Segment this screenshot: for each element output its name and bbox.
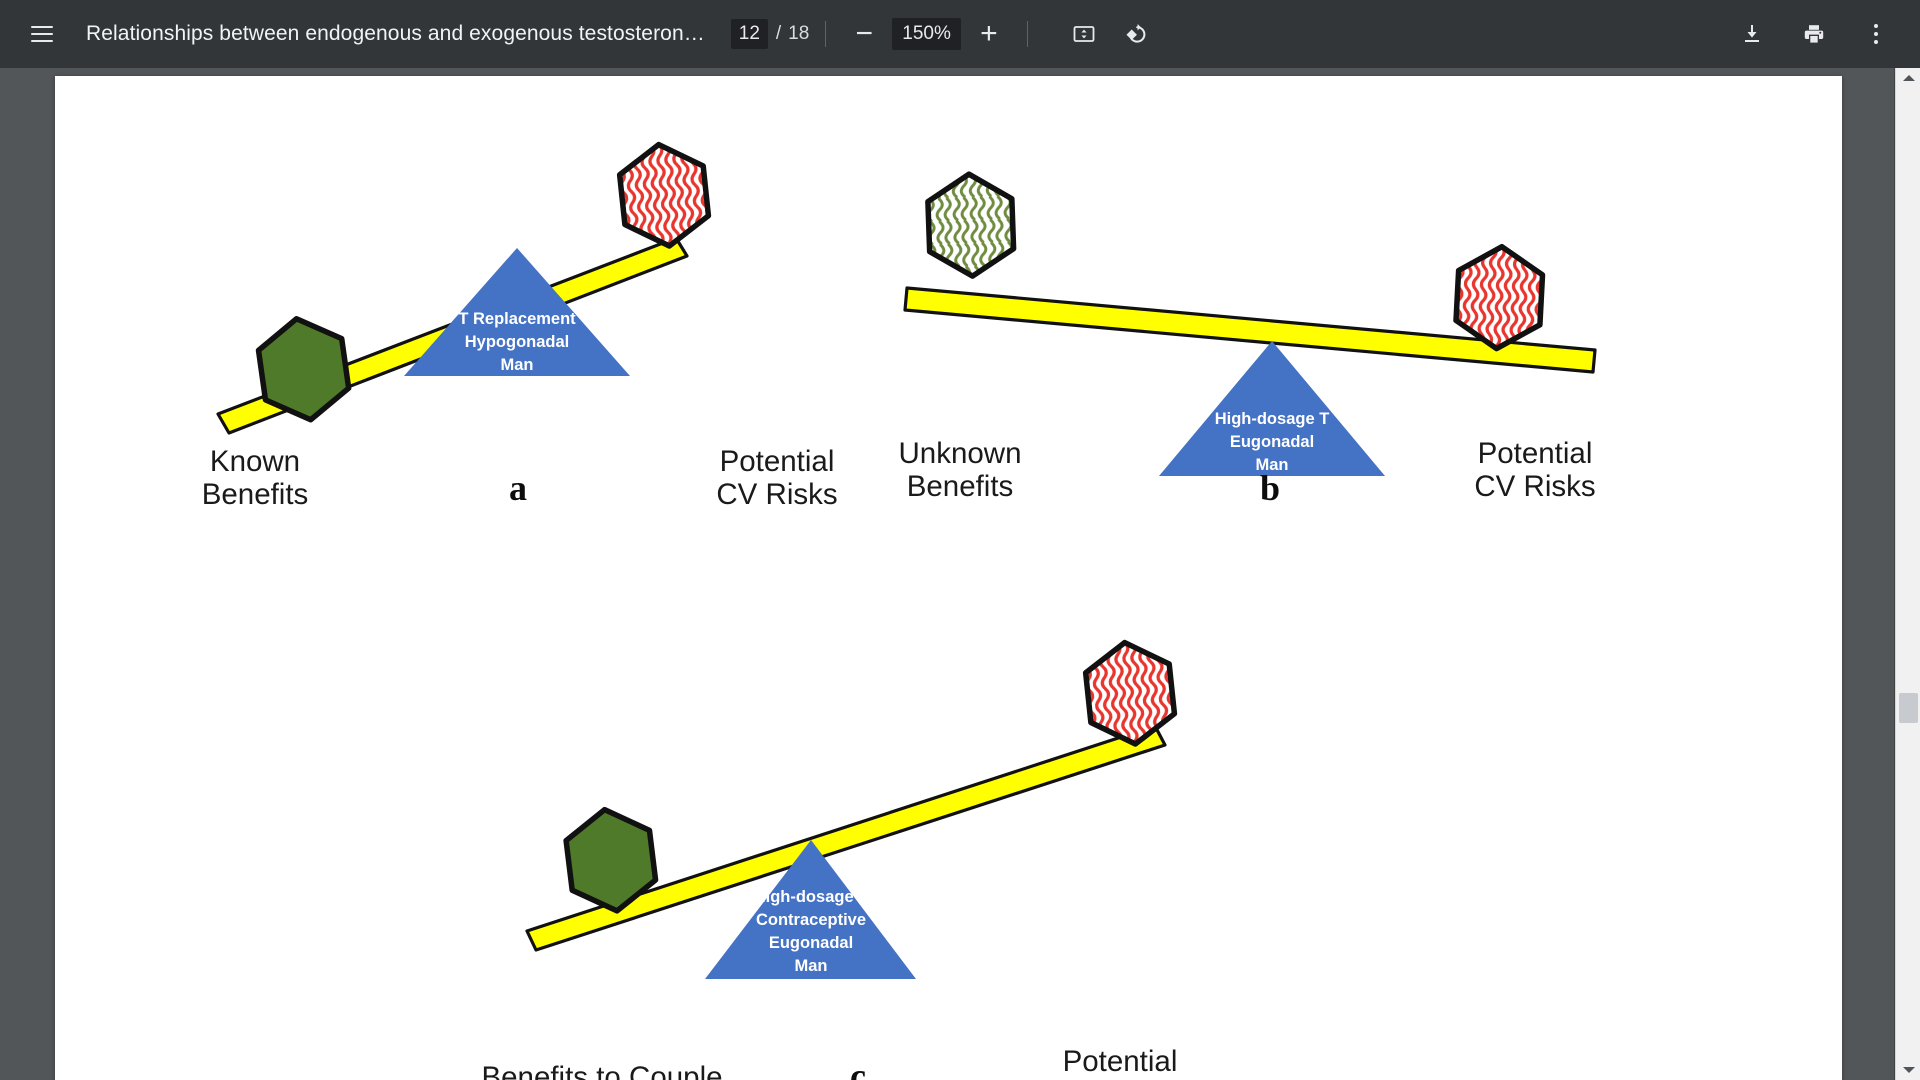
- panel-a-letter: a: [509, 468, 527, 508]
- scroll-down-arrow-icon: [1902, 1067, 1915, 1073]
- more-options-kebab-icon: [1874, 24, 1878, 44]
- toolbar-divider-1: [825, 21, 827, 47]
- print-button[interactable]: [1792, 12, 1836, 56]
- panel-b-fulcrum: High-dosage T Eugonadal Man: [1159, 341, 1385, 476]
- panel-a-fulcrum-line-0: T Replacement: [458, 310, 576, 328]
- download-icon: [1745, 25, 1759, 42]
- panel-c-fulcrum: High-dosage T Contraceptive Eugonadal Ma…: [705, 840, 916, 979]
- panel-c-left-label-line-0: Benefits to Couple: [481, 1061, 722, 1080]
- vertical-scrollbar[interactable]: [1895, 68, 1920, 1080]
- scroll-down-button[interactable]: [1896, 1060, 1920, 1080]
- fit-to-page-icon: [1073, 26, 1095, 42]
- pdf-viewer-area[interactable]: T Replacement Hypogonadal Man Known Bene…: [0, 68, 1920, 1080]
- panel-b-left-label-line-0: Unknown: [899, 437, 1022, 470]
- panel-b-fulcrum-line-1: Eugonadal: [1230, 433, 1314, 451]
- panel-c-right-weight-hexagon: [1082, 639, 1178, 747]
- page-navigation-group: / 18: [730, 19, 810, 49]
- print-icon: [1804, 25, 1824, 43]
- panel-c-letter: c: [850, 1056, 866, 1080]
- panel-a-left-label-line-0: Known: [210, 445, 300, 478]
- panel-a-left-label-line-1: Benefits: [202, 478, 309, 511]
- panel-b-letter: b: [1260, 468, 1280, 508]
- scroll-up-button[interactable]: [1896, 68, 1920, 88]
- scrollbar-thumb[interactable]: [1899, 693, 1918, 723]
- panel-b-right-label-line-1: CV Risks: [1474, 470, 1595, 503]
- rotate-counterclockwise-icon: [1126, 24, 1146, 43]
- panel-c-fulcrum-line-2: Eugonadal: [769, 934, 853, 952]
- panel-c: High-dosage T Contraceptive Eugonadal Ma…: [481, 639, 1230, 1080]
- rotate-button[interactable]: [1114, 12, 1158, 56]
- panel-a-fulcrum-line-2: Man: [501, 356, 534, 374]
- panel-c-fulcrum-line-0: High-dosage T: [754, 888, 869, 906]
- more-options-button[interactable]: [1854, 12, 1898, 56]
- panel-b: High-dosage T Eugonadal Man Unknown Bene…: [899, 171, 1597, 508]
- minus-icon: −: [855, 17, 874, 50]
- plus-icon: +: [980, 17, 998, 50]
- panel-b-right-weight-hexagon: [1453, 243, 1546, 352]
- panel-a-fulcrum-line-1: Hypogonadal: [465, 333, 570, 351]
- page-separator: /: [775, 23, 782, 44]
- panel-a-left-label: Known Benefits: [202, 445, 309, 511]
- panel-a-right-label: Potential CV Risks: [716, 445, 837, 511]
- panel-a-right-label-line-1: CV Risks: [716, 478, 837, 511]
- download-button[interactable]: [1730, 12, 1774, 56]
- document-title: Relationships between endogenous and exo…: [86, 22, 705, 45]
- panel-c-fulcrum-line-1: Contraceptive: [756, 911, 866, 929]
- panel-b-right-label-line-0: Potential: [1478, 437, 1593, 470]
- panel-b-left-label: Unknown Benefits: [899, 437, 1022, 503]
- zoom-in-button[interactable]: +: [967, 12, 1011, 56]
- panel-a-right-label-line-0: Potential: [720, 445, 835, 478]
- panel-c-fulcrum-line-3: Man: [795, 957, 828, 975]
- panel-b-left-weight-hexagon: [925, 171, 1017, 279]
- zoom-out-button[interactable]: −: [842, 12, 886, 56]
- panel-b-right-label: Potential CV Risks: [1474, 437, 1595, 503]
- pdf-page: T Replacement Hypogonadal Man Known Bene…: [55, 76, 1842, 1080]
- toolbar-divider-2: [1026, 21, 1028, 47]
- toolbar-right-actions: [1730, 12, 1898, 56]
- hamburger-menu-icon: [31, 26, 53, 42]
- panel-a-right-weight-hexagon: [616, 141, 712, 249]
- panel-b-fulcrum-line-0: High-dosage T: [1215, 410, 1330, 428]
- panel-c-right-label-line-0: Potential: [1063, 1045, 1178, 1078]
- page-number-input[interactable]: [730, 19, 768, 49]
- pdf-viewer-toolbar: Relationships between endogenous and exo…: [0, 0, 1920, 68]
- balance-scales-figure: T Replacement Hypogonadal Man Known Bene…: [202, 141, 1597, 1080]
- page-total-count: 18: [788, 23, 810, 44]
- fit-to-page-button[interactable]: [1062, 12, 1106, 56]
- panel-a: T Replacement Hypogonadal Man Known Bene…: [202, 141, 838, 511]
- zoom-level-value[interactable]: 150%: [892, 18, 961, 50]
- panel-c-right-label: Potential CV Risks to Man: [1010, 1045, 1230, 1080]
- scroll-up-arrow-icon: [1902, 75, 1915, 81]
- panel-b-left-label-line-1: Benefits: [907, 470, 1014, 503]
- sidebar-menu-button[interactable]: [20, 12, 64, 56]
- zoom-controls-group: − 150% +: [842, 12, 1011, 56]
